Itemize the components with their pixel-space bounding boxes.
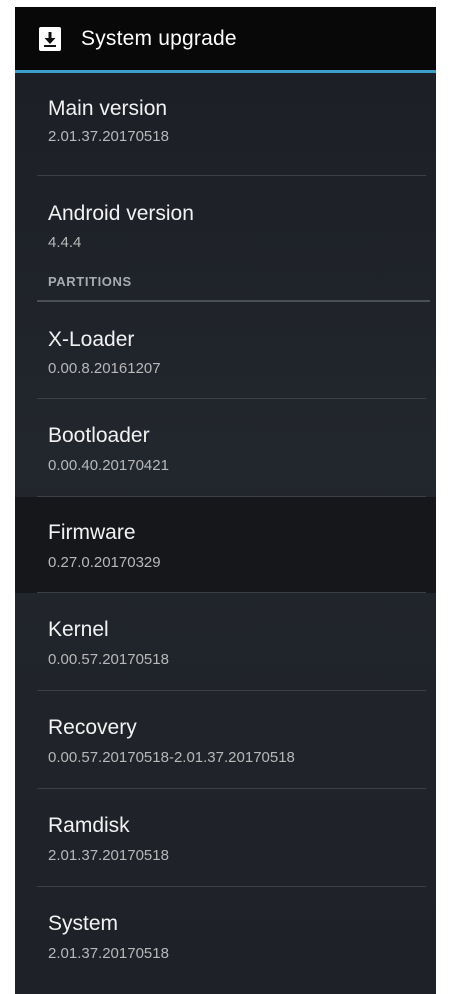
pref-summary: 2.01.37.20170518 — [48, 847, 169, 864]
pref-title: Android version — [48, 202, 194, 225]
pref-title: Kernel — [48, 618, 109, 641]
pref-summary: 2.01.37.20170518 — [48, 945, 169, 962]
pref-summary: 0.00.40.20170421 — [48, 457, 169, 474]
pref-summary: 0.00.57.20170518 — [48, 651, 169, 668]
pref-title: Main version — [48, 97, 168, 120]
pref-android-version[interactable]: Android version 4.4.4 — [15, 176, 436, 264]
preference-list: Main version 2.01.37.20170518 Android ve… — [15, 73, 436, 983]
pref-title: System — [48, 912, 119, 935]
app-title: System upgrade — [81, 26, 237, 50]
category-label: PARTITIONS — [48, 274, 132, 289]
pref-system[interactable]: System 2.01.37.20170518 — [15, 887, 436, 983]
pref-summary: 0.00.57.20170518-2.01.37.20170518 — [48, 749, 295, 766]
pref-title: Firmware — [48, 521, 136, 544]
action-bar: System upgrade — [15, 7, 436, 73]
pref-summary: 0.27.0.20170329 — [48, 554, 161, 571]
pref-bootloader[interactable]: Bootloader 0.00.40.20170421 — [15, 399, 436, 497]
pref-title: Bootloader — [48, 424, 150, 447]
pref-kernel[interactable]: Kernel 0.00.57.20170518 — [15, 593, 436, 691]
pref-summary: 0.00.8.20161207 — [48, 360, 161, 377]
download-icon — [39, 26, 61, 51]
screen: System upgrade Main version 2.01.37.2017… — [15, 7, 436, 994]
pref-summary: 4.4.4 — [48, 234, 82, 251]
pref-main-version[interactable]: Main version 2.01.37.20170518 — [15, 73, 436, 176]
pref-title: X-Loader — [48, 328, 135, 351]
pref-summary: 2.01.37.20170518 — [48, 128, 169, 145]
pref-x-loader[interactable]: X-Loader 0.00.8.20161207 — [15, 302, 436, 399]
pref-firmware[interactable]: Firmware 0.27.0.20170329 — [15, 497, 436, 593]
pref-title: Recovery — [48, 716, 137, 739]
pref-recovery[interactable]: Recovery 0.00.57.20170518-2.01.37.201705… — [15, 691, 436, 789]
pref-ramdisk[interactable]: Ramdisk 2.01.37.20170518 — [15, 789, 436, 887]
pref-title: Ramdisk — [48, 814, 130, 837]
category-partitions: PARTITIONS — [15, 264, 436, 302]
